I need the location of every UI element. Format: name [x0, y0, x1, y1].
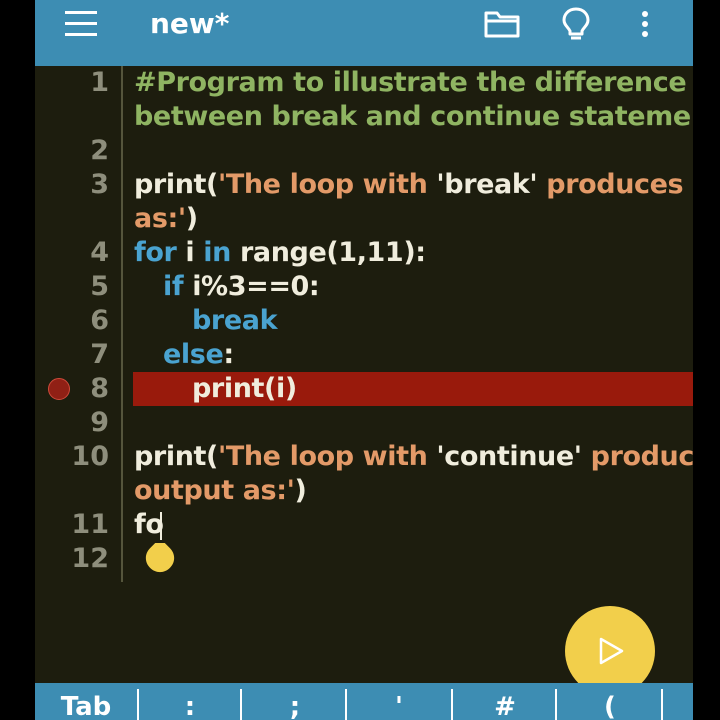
string-token: produces — [590, 441, 693, 472]
code-line-6: break — [192, 304, 278, 338]
code-line-10-wrap: output as:') — [134, 474, 307, 508]
text-caret — [160, 512, 162, 540]
string-token: 'The loop with — [217, 169, 437, 200]
code-line-1: #Program to illustrate the difference — [134, 66, 687, 100]
string-token: produces output — [546, 169, 693, 200]
line-number: 1 — [90, 67, 109, 98]
code-token: ) — [294, 475, 307, 506]
line-number: 11 — [71, 509, 109, 540]
code-line-10: print('The loop with 'continue' produces — [134, 440, 693, 474]
line-number: 5 — [90, 271, 109, 302]
folder-icon[interactable] — [482, 6, 522, 42]
key-hash[interactable]: # — [485, 683, 525, 720]
line-number: 3 — [90, 169, 109, 200]
key-semicolon[interactable]: ; — [275, 683, 315, 720]
line-number: 8 — [90, 373, 109, 404]
gutter-divider — [121, 66, 123, 582]
line-number: 12 — [71, 543, 109, 574]
code-token: print( — [134, 169, 218, 200]
code-token: 'break' — [436, 169, 538, 200]
keyword-token: break — [192, 305, 278, 336]
key-separator — [137, 689, 139, 720]
more-vert-icon[interactable] — [635, 6, 655, 42]
lightbulb-icon[interactable] — [556, 6, 596, 42]
line-number: 6 — [90, 305, 109, 336]
comment-text: #Program to illustrate the difference — [134, 67, 687, 98]
play-icon — [599, 637, 624, 665]
file-title: new* — [150, 7, 230, 40]
keyword-token: else — [163, 339, 224, 370]
code-line-8: print(i) — [192, 372, 297, 406]
code-editor[interactable]: 1 2 3 4 5 6 7 8 9 10 11 12 #Program to i… — [35, 66, 693, 696]
keyword-token: if — [163, 271, 184, 302]
code-token: : — [223, 339, 234, 370]
key-open-paren[interactable]: ( — [590, 683, 630, 720]
string-token: 'The loop with — [217, 441, 437, 472]
cursor-handle-icon[interactable] — [145, 538, 175, 573]
code-token: print(i) — [192, 373, 297, 404]
menu-icon[interactable] — [65, 11, 97, 37]
key-separator — [555, 689, 557, 720]
key-quote[interactable]: ' — [379, 683, 419, 720]
key-tab[interactable]: Tab — [53, 683, 119, 720]
line-number: 7 — [90, 339, 109, 370]
line-number: 10 — [71, 441, 109, 472]
line-number: 2 — [90, 135, 109, 166]
code-token: i%3==0: — [183, 271, 320, 302]
code-line-3-wrap: as:') — [134, 202, 198, 236]
keyword-token: in — [203, 237, 231, 268]
comment-text: between break and continue statements. — [134, 101, 693, 132]
code-token: print( — [134, 441, 218, 472]
string-token: output as:' — [134, 475, 295, 506]
key-separator — [451, 689, 453, 720]
line-number: 4 — [90, 237, 109, 268]
line-number: 9 — [90, 407, 109, 438]
code-line-7: else: — [163, 338, 234, 372]
editor-app: new* 1 2 3 4 5 6 7 8 9 10 11 12 #Program… — [35, 0, 693, 720]
extra-keys-bar: Tab : ; ' # ( — [35, 683, 693, 720]
code-token: range(1,11): — [230, 237, 426, 268]
code-line-1-wrap: between break and continue statements. — [134, 100, 693, 134]
code-line-3: print('The loop with 'break' produces ou… — [134, 168, 693, 202]
code-token: i — [176, 237, 204, 268]
key-separator — [240, 689, 242, 720]
code-line-5: if i%3==0: — [163, 270, 320, 304]
top-toolbar: new* — [35, 0, 693, 66]
keyword-token: for — [134, 237, 177, 268]
key-separator — [661, 689, 663, 720]
code-token: 'continue' — [436, 441, 582, 472]
code-line-4: for i in range(1,11): — [134, 236, 426, 270]
string-token: as:' — [134, 203, 186, 234]
code-token: ) — [185, 203, 198, 234]
key-separator — [345, 689, 347, 720]
key-colon[interactable]: : — [170, 683, 210, 720]
